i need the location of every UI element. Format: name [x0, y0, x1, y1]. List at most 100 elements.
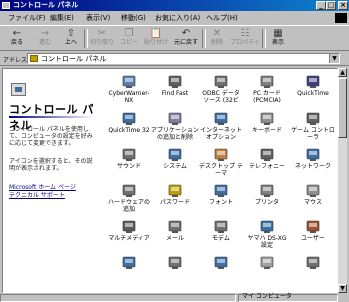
control-panel-item[interactable]: フォント: [197, 182, 245, 206]
control-panel-item[interactable]: パスワード: [151, 182, 199, 206]
game-controllers-icon: [305, 110, 321, 126]
windows-logo-icon: [335, 13, 347, 23]
control-panel-item[interactable]: QuickTime 32: [105, 110, 153, 134]
menu-favorites[interactable]: お気に入り(A): [155, 12, 200, 24]
menu-go[interactable]: 移動(G): [121, 12, 146, 24]
control-panel-item[interactable]: [243, 254, 291, 270]
minimize-button[interactable]: _: [316, 1, 326, 10]
item-label: Find Fast: [161, 90, 189, 97]
item-label: マウス: [303, 199, 322, 206]
accessibility-icon: [121, 254, 137, 270]
telephony-icon: [259, 146, 275, 162]
up-folder-icon: ⇧: [66, 28, 76, 39]
menu-file[interactable]: ファイル(F): [8, 12, 46, 24]
control-panel-item[interactable]: ネットワーク: [289, 146, 337, 170]
item-label: QuickTime: [297, 90, 329, 97]
find-fast-icon: [167, 73, 183, 89]
control-panel-item[interactable]: システム: [151, 146, 199, 170]
item-label: メール: [165, 235, 184, 242]
views-button[interactable]: ▦ 表示: [266, 28, 290, 47]
vertical-scrollbar[interactable]: ▲ ▼: [338, 68, 347, 293]
add-remove-programs-icon: [167, 110, 183, 126]
chevron-down-icon[interactable]: ▼: [329, 54, 339, 63]
control-panel-item[interactable]: ハードウェアの 追加: [105, 182, 153, 213]
yamaha-ds-xg-icon: [259, 218, 275, 234]
scroll-down-icon[interactable]: ▼: [338, 284, 347, 293]
menu-edit[interactable]: 編集(E): [50, 12, 74, 24]
up-button[interactable]: ⇧ 上へ: [60, 28, 82, 47]
control-panel-item[interactable]: PC カード (PCMCIA): [243, 73, 291, 104]
system-icon: [167, 146, 183, 162]
folder-icon: [30, 55, 38, 62]
control-panel-item[interactable]: ユーザー: [289, 218, 337, 242]
item-label: システム: [163, 163, 187, 170]
address-value: コントロール パネル: [41, 55, 107, 63]
mail-icon: [167, 218, 183, 234]
add-hardware-icon: [121, 182, 137, 198]
menu-help[interactable]: ヘルプ(H): [206, 12, 238, 24]
paste-icon: 📋: [149, 28, 163, 39]
address-input[interactable]: コントロール パネル ▼: [27, 53, 340, 64]
delete-button[interactable]: ✕ 削除: [206, 28, 228, 47]
control-panel-item[interactable]: マルチメディア: [105, 218, 153, 242]
control-panel-item[interactable]: アプリケーション の追加と削除: [151, 110, 199, 141]
item-label: ODBC データ ソース (32ビ: [202, 90, 240, 104]
delete-icon: ✕: [212, 28, 222, 39]
control-panel-item[interactable]: テレフォニー: [243, 146, 291, 170]
control-panel-item[interactable]: [151, 254, 199, 270]
menu-view[interactable]: 表示(V): [86, 12, 110, 24]
control-panel-item[interactable]: サウンド: [105, 146, 153, 170]
item-label: キーボード: [251, 127, 282, 134]
control-panel-icon[interactable]: [2, 2, 10, 9]
views-icon: ▦: [273, 28, 283, 39]
control-panel-item[interactable]: ヤマハ DS-XG 設定: [243, 218, 291, 249]
control-panel-item[interactable]: モデム: [197, 218, 245, 242]
paste-button[interactable]: 📋 貼り付け: [142, 28, 170, 47]
control-panel-item[interactable]: ゲーム コントロ ーラ: [289, 110, 337, 141]
undo-icon: ↶: [181, 28, 191, 39]
close-button[interactable]: ×: [338, 1, 348, 10]
web-view-pane: コントロール パネル コントロール パネルを使用して、コンピュータの設定を好みに…: [3, 69, 103, 292]
control-panel-item[interactable]: [197, 254, 245, 270]
folder-view: コントロール パネル コントロール パネルを使用して、コンピュータの設定を好みに…: [2, 68, 338, 293]
description-text: コントロール パネルを使用して、コンピュータの設定を好みに応じて変更できます。: [9, 126, 93, 147]
control-panel-item[interactable]: マウス: [289, 182, 337, 206]
back-button[interactable]: ← 戻る: [4, 28, 30, 47]
control-panel-item[interactable]: デスクトップ テ ーマ: [197, 146, 245, 177]
hint-text: アイコンを選択すると、その説明が表示されます。: [9, 158, 93, 172]
undo-button[interactable]: ↶ 元に戻す: [172, 28, 200, 47]
control-panel-item[interactable]: CyberWarner- NX: [105, 73, 153, 104]
microsoft-home-link[interactable]: Microsoft ホーム ページ: [9, 184, 76, 191]
item-label: モデム: [212, 235, 230, 242]
cut-button[interactable]: ✂ 切り取り: [88, 28, 116, 47]
properties-button[interactable]: ☷ プロパティ: [230, 28, 260, 47]
forward-arrow-icon: →: [40, 28, 50, 39]
control-panel-item[interactable]: Find Fast: [151, 73, 199, 97]
control-panel-item[interactable]: キーボード: [243, 110, 291, 134]
fonts-icon: [213, 182, 229, 198]
internet-options-icon: [213, 110, 229, 126]
control-panel-item[interactable]: インターネット オプション: [197, 110, 245, 141]
control-panel-item[interactable]: ODBC データ ソース (32ビ: [197, 73, 245, 104]
cut-icon: ✂: [97, 28, 107, 39]
title-bar: コントロール パネル _ □ ×: [0, 0, 349, 11]
control-panel-item[interactable]: プリンタ: [243, 182, 291, 206]
pc-card-icon: [259, 73, 275, 89]
printers-icon: [259, 182, 275, 198]
control-panel-item[interactable]: [105, 254, 153, 270]
control-panel-item[interactable]: QuickTime: [289, 73, 337, 97]
maximize-button[interactable]: □: [326, 1, 336, 10]
keyboard-icon: [259, 110, 275, 126]
control-panel-item[interactable]: メール: [151, 218, 199, 242]
control-panel-item[interactable]: [289, 254, 337, 270]
control-panel-icon: [11, 83, 26, 96]
scroll-up-icon[interactable]: ▲: [338, 68, 347, 77]
mouse-icon: [305, 182, 321, 198]
status-bar: マイ コンピュータ: [0, 293, 349, 302]
technical-support-link[interactable]: テクニカル サポート: [9, 192, 65, 199]
scroll-thumb[interactable]: [338, 78, 347, 138]
copy-button[interactable]: ❐ コピー: [118, 28, 140, 47]
passwords-icon: [167, 182, 183, 198]
quicktime32-icon: [121, 110, 137, 126]
forward-button[interactable]: → 進む: [32, 28, 58, 47]
